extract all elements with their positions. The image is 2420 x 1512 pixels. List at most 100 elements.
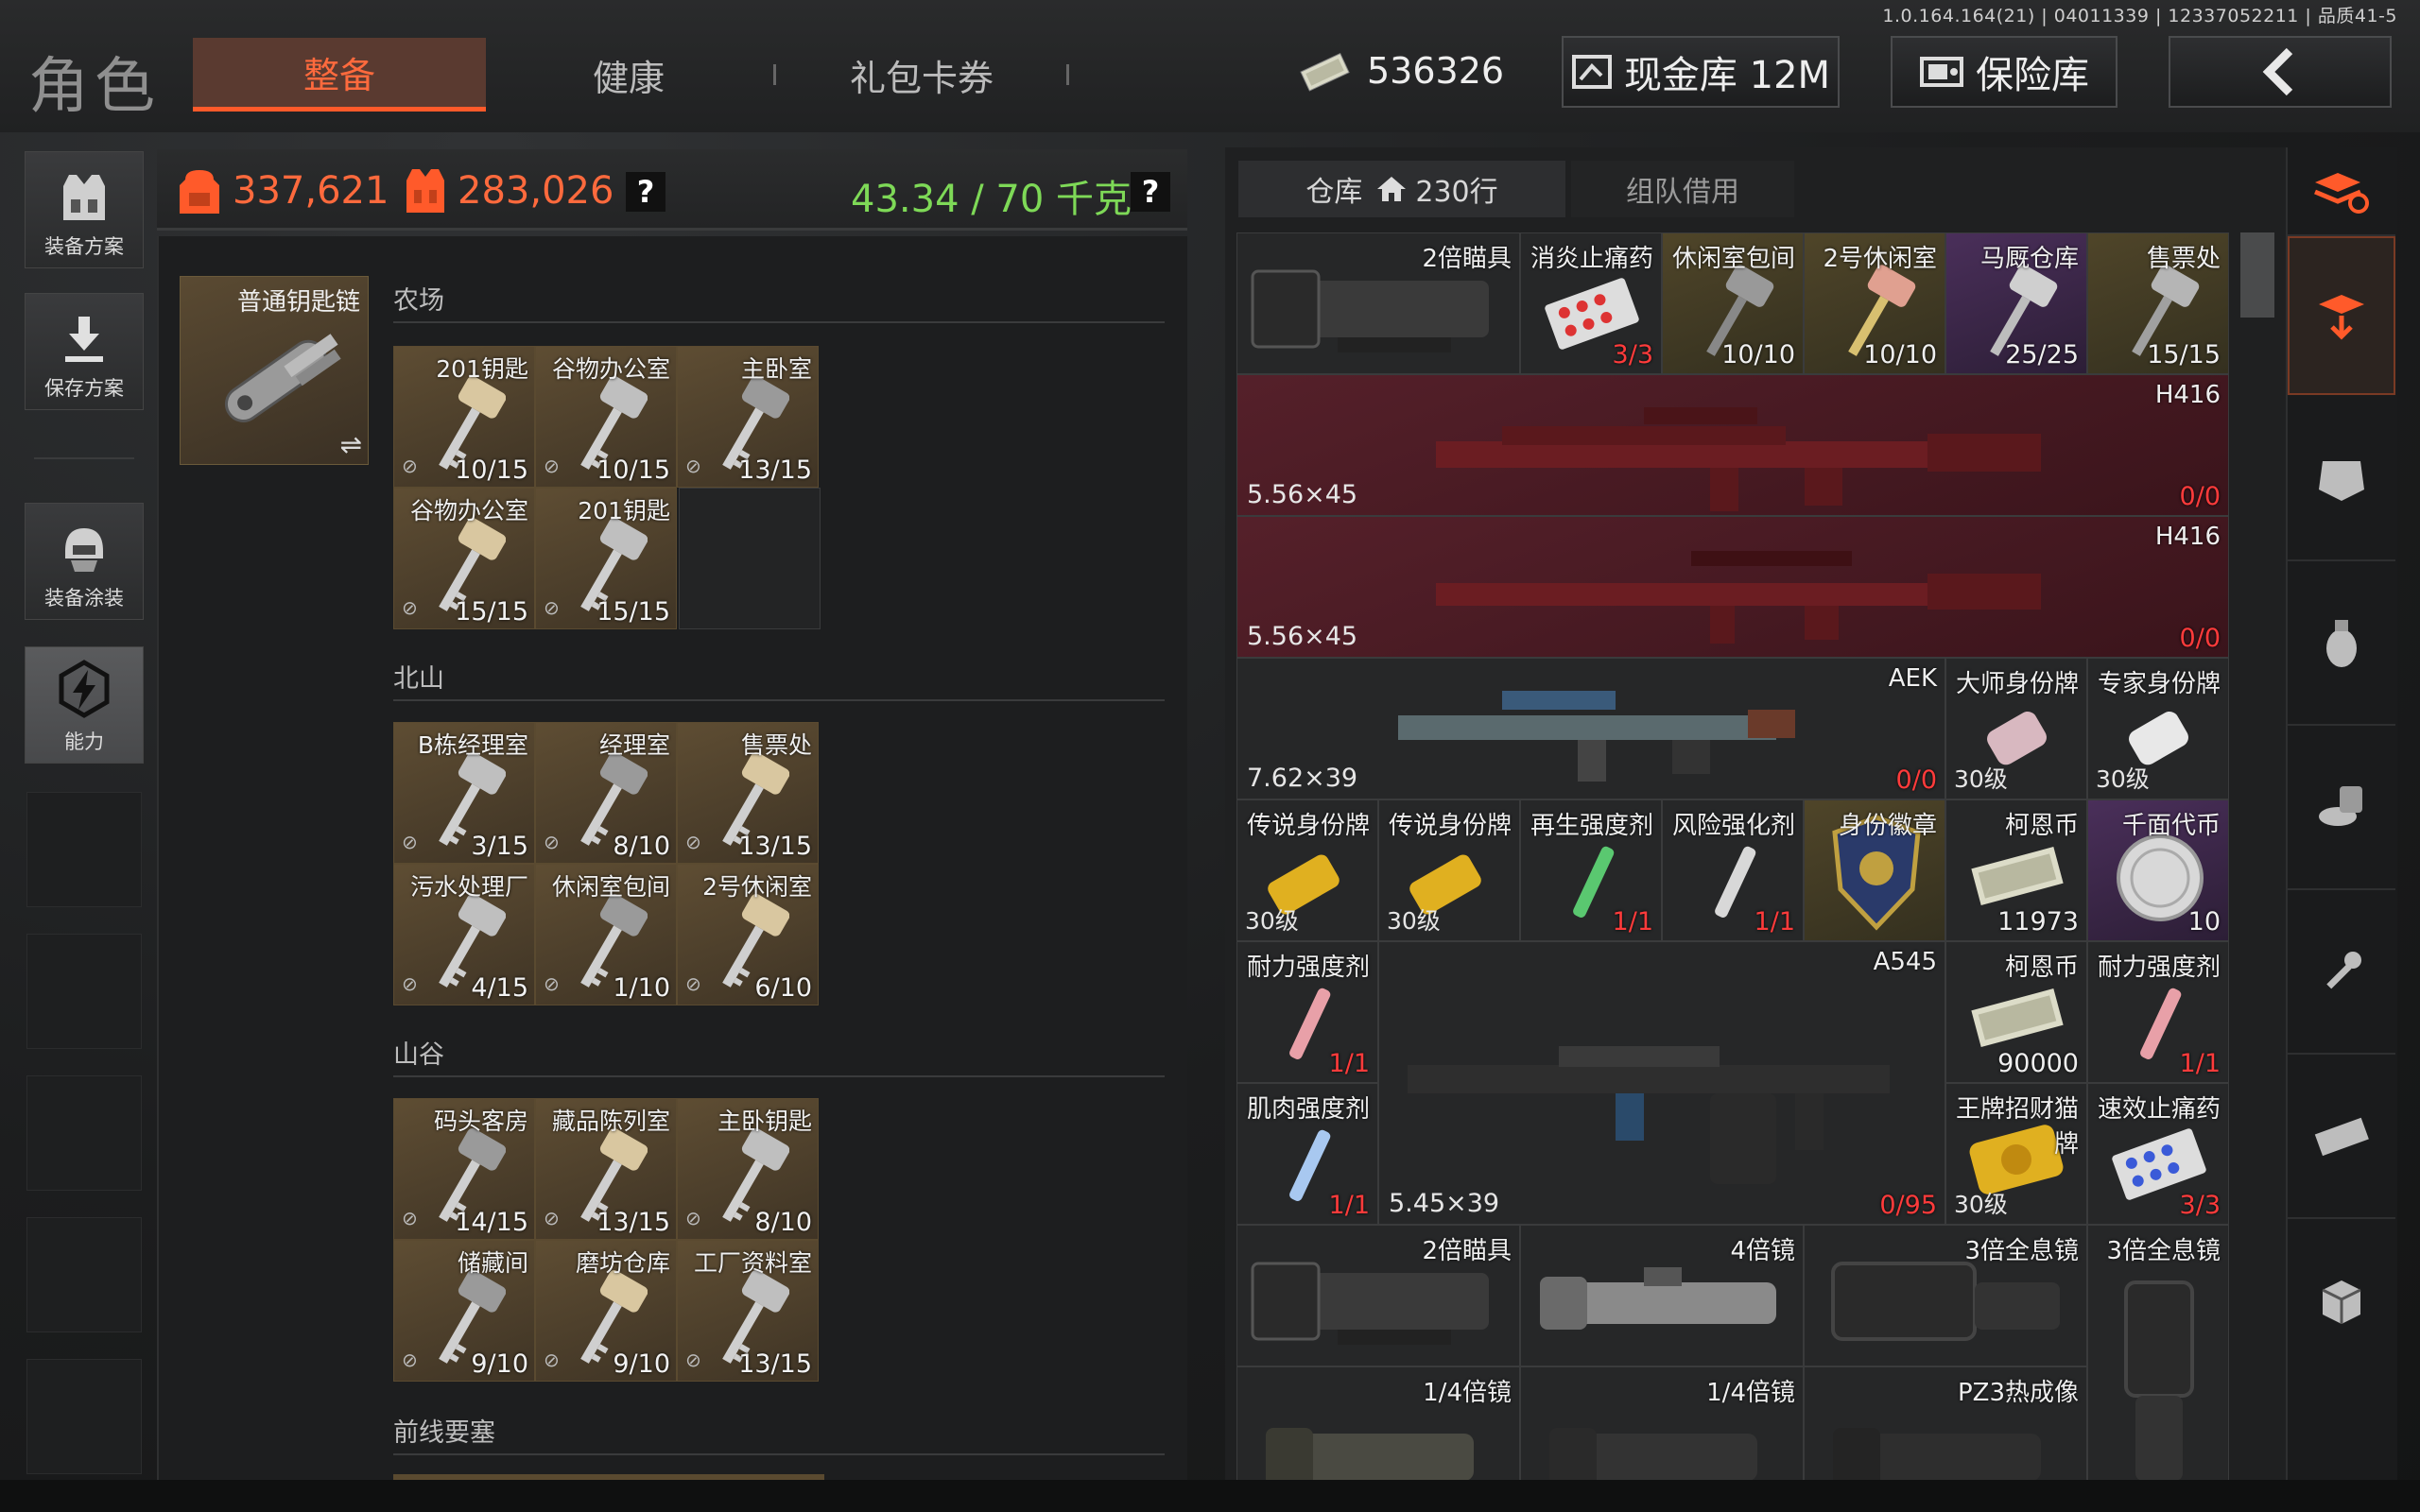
tab-equipment[interactable]: 整备 xyxy=(193,38,486,112)
category-stash-button[interactable] xyxy=(2288,236,2395,395)
category-all-button[interactable] xyxy=(2288,151,2395,236)
key-count: 15/15 xyxy=(455,597,528,627)
key-slot[interactable]: ⊘ 藏品陈列室 13/15 xyxy=(535,1098,677,1240)
armor-icon xyxy=(2319,461,2364,501)
key-slot[interactable]: ⊘ 主卧钥匙 8/10 xyxy=(677,1098,819,1240)
key-slot[interactable]: ⊘ B栋经理室 3/15 xyxy=(393,722,535,864)
key-slot[interactable]: ⊘ 码头客房 14/15 xyxy=(393,1098,535,1240)
help-button[interactable]: ? xyxy=(626,172,666,212)
cash-icon xyxy=(1300,52,1350,92)
key-count: 10/15 xyxy=(596,455,670,485)
weight-help-button[interactable]: ? xyxy=(1131,172,1170,212)
dogtag-item[interactable]: 传说身份牌 30级 xyxy=(1236,799,1378,941)
weapon-item-a545[interactable]: A545 5.45×39 0/95 xyxy=(1378,941,1945,1225)
empty-slot[interactable] xyxy=(26,1075,142,1191)
key-slot[interactable]: ⊘ 休闲室包间 1/10 xyxy=(535,864,677,1005)
scrollbar[interactable] xyxy=(2240,232,2274,318)
currency-item[interactable]: 柯恩币 90000 xyxy=(1945,941,2087,1083)
ability-button[interactable]: 能力 xyxy=(25,646,144,764)
back-button[interactable] xyxy=(2169,36,2392,108)
scope-item[interactable]: 3倍全息镜 xyxy=(1804,1225,2087,1366)
bind-icon: ⊘ xyxy=(544,831,560,853)
category-grenade-button[interactable] xyxy=(2288,561,2395,726)
key-name: 经理室 xyxy=(598,731,670,759)
scope-item[interactable]: PZ3热成像 xyxy=(1804,1366,2087,1484)
cash-vault-button[interactable]: 现金库 12M xyxy=(1562,36,1840,108)
ability-label: 能力 xyxy=(64,730,104,753)
key-item[interactable]: 售票处 15/15 xyxy=(2087,232,2229,374)
key-slot[interactable]: ⊘ 谷物办公室 10/15 xyxy=(535,346,677,488)
cat-tag-item[interactable]: 王牌招财猫牌 30级 xyxy=(1945,1083,2087,1225)
key-slot[interactable]: ⊘ 201钥匙 10/15 xyxy=(393,346,535,488)
dogtag-item[interactable]: 大师身份牌 30级 xyxy=(1945,658,2087,799)
warehouse-tab[interactable]: 仓库 230行 xyxy=(1238,161,1565,217)
scope-item[interactable]: 2倍瞄具 xyxy=(1236,232,1520,374)
backpack-icon xyxy=(180,170,219,214)
section-title-valley: 山谷 xyxy=(393,1040,444,1070)
vest-icon xyxy=(406,169,444,213)
badge-item[interactable]: 身份徽章 xyxy=(1804,799,1945,941)
currency-item[interactable]: 柯恩币 11973 xyxy=(1945,799,2087,941)
key-slot[interactable]: ⊘ 主卧室 13/15 xyxy=(677,346,819,488)
loadout-plan-button[interactable]: 装备方案 xyxy=(25,151,144,268)
key-slot[interactable]: ⊘ 2号休闲室 6/10 xyxy=(677,864,819,1005)
empty-slot[interactable] xyxy=(26,934,142,1049)
medicine-item[interactable]: 速效止痛药 3/3 xyxy=(2087,1083,2229,1225)
swap-icon[interactable]: ⇌ xyxy=(340,429,362,460)
injector-item[interactable]: 再生强度剂 1/1 xyxy=(1520,799,1662,941)
token-item[interactable]: 千面代币 10 xyxy=(2087,799,2229,941)
scope-item[interactable]: 1/4倍镜 xyxy=(1520,1366,1804,1484)
category-armor-button[interactable] xyxy=(2288,397,2395,561)
key-slot[interactable]: ⊘ 谷物办公室 15/15 xyxy=(393,488,535,629)
tab-gift-cards[interactable]: 礼包卡券 xyxy=(775,38,1068,112)
key-slot[interactable]: ⊘ 磨坊仓库 9/10 xyxy=(535,1240,677,1382)
category-keys-button[interactable] xyxy=(2288,890,2395,1055)
scope-item[interactable]: 4倍镜 xyxy=(1520,1225,1804,1366)
injector-item[interactable]: 耐力强度剂 1/1 xyxy=(1236,941,1378,1083)
coins-icon xyxy=(2319,786,2362,826)
item-name: 2倍瞄具 xyxy=(1422,1237,1512,1265)
tab-health[interactable]: 健康 xyxy=(482,38,775,112)
scope-item[interactable]: 1/4倍镜 xyxy=(1236,1366,1520,1484)
key-slot[interactable]: ⊘ 工厂资料室 13/15 xyxy=(677,1240,819,1382)
save-plan-button[interactable]: 保存方案 xyxy=(25,293,144,410)
category-valuables-button[interactable] xyxy=(2288,726,2395,890)
dogtag-item[interactable]: 专家身份牌 30级 xyxy=(2087,658,2229,799)
medicine-item[interactable]: 消炎止痛药 3/3 xyxy=(1520,232,1662,374)
item-name: PZ3热成像 xyxy=(1957,1379,2079,1407)
section-title-frontline: 前线要塞 xyxy=(393,1418,495,1448)
empty-key-slot[interactable] xyxy=(679,488,821,629)
dogtag-item[interactable]: 传说身份牌 30级 xyxy=(1378,799,1520,941)
equipment-skin-label: 装备涂装 xyxy=(44,587,124,610)
key-slot[interactable]: ⊘ 售票处 13/15 xyxy=(677,722,819,864)
item-level: 30级 xyxy=(1387,907,1441,935)
weapon-item-h416[interactable]: H416 5.56×45 0/0 xyxy=(1236,516,2229,658)
category-cash-button[interactable] xyxy=(2288,1055,2395,1219)
key-slot[interactable]: ⊘ 经理室 8/10 xyxy=(535,722,677,864)
injector-item[interactable]: 肌肉强度剂 1/1 xyxy=(1236,1083,1378,1225)
empty-slot[interactable] xyxy=(26,1217,142,1332)
injector-item[interactable]: 风险强化剂 1/1 xyxy=(1662,799,1804,941)
injector-item[interactable]: 耐力强度剂 1/1 xyxy=(2087,941,2229,1083)
key-slot[interactable]: ⊘ 污水处理厂 4/15 xyxy=(393,864,535,1005)
team-borrow-tab[interactable]: 组队借用 xyxy=(1571,161,1794,217)
key-slot[interactable]: ⊘ 储藏间 9/10 xyxy=(393,1240,535,1382)
keychain-slot[interactable]: 普通钥匙链 ⇌ xyxy=(180,276,369,465)
empty-slot[interactable] xyxy=(26,792,142,907)
key-count: 8/10 xyxy=(754,1208,812,1237)
key-item[interactable]: 马厩仓库 25/25 xyxy=(1945,232,2087,374)
safe-button[interactable]: 保险库 xyxy=(1891,36,2118,108)
item-ammo: 0/0 xyxy=(2179,482,2221,511)
scope-item[interactable]: 2倍瞄具 xyxy=(1236,1225,1520,1366)
key-item[interactable]: 休闲室包间 10/10 xyxy=(1662,232,1804,374)
weapon-item-h416[interactable]: H416 5.56×45 0/0 xyxy=(1236,374,2229,516)
weapon-item-aek[interactable]: AEK 7.62×39 0/0 xyxy=(1236,658,1945,799)
category-misc-button[interactable] xyxy=(2288,1219,2395,1383)
key-name: 储藏间 xyxy=(457,1249,528,1277)
equipment-skin-button[interactable]: 装备涂装 xyxy=(25,503,144,620)
empty-slot[interactable] xyxy=(26,1359,142,1474)
save-plan-label: 保存方案 xyxy=(44,377,124,400)
key-slot[interactable]: ⊘ 201钥匙 15/15 xyxy=(535,488,677,629)
scope-item[interactable]: 3倍全息镜 xyxy=(2087,1225,2229,1484)
key-item[interactable]: 2号休闲室 10/10 xyxy=(1804,232,1945,374)
